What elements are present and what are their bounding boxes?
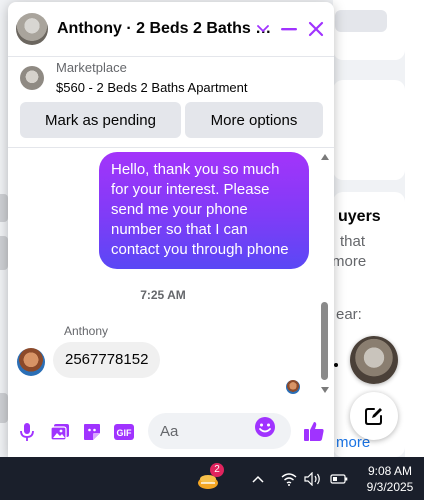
listing-title: $560 - 2 Beds 2 Baths Apartment bbox=[56, 80, 248, 95]
svg-text:GIF: GIF bbox=[117, 428, 133, 438]
chevron-down-icon[interactable] bbox=[252, 18, 274, 40]
clock-date: 9/3/2025 bbox=[366, 480, 414, 494]
chat-window: Anthony · 2 Beds 2 Baths … Marketplace $… bbox=[8, 2, 334, 457]
background-search-pill bbox=[335, 10, 387, 32]
chat-header[interactable]: Anthony · 2 Beds 2 Baths … bbox=[8, 2, 334, 57]
wifi-icon[interactable] bbox=[280, 470, 298, 488]
background-heading: uyers bbox=[338, 208, 381, 225]
separator-dot bbox=[334, 363, 338, 367]
gif-icon[interactable]: GIF bbox=[113, 421, 135, 443]
taskbar-clock[interactable]: 9:08 AM 9/3/2025 bbox=[360, 463, 420, 495]
battery-icon[interactable] bbox=[330, 470, 348, 488]
minimize-icon[interactable] bbox=[278, 18, 300, 40]
chat-head-avatar[interactable] bbox=[350, 336, 398, 384]
scroll-up-arrow-icon[interactable] bbox=[321, 154, 329, 160]
sticker-icon[interactable] bbox=[81, 421, 103, 443]
compose-icon bbox=[365, 408, 382, 425]
clock-time: 9:08 AM bbox=[367, 464, 413, 478]
message-composer: GIF Aa bbox=[8, 405, 334, 457]
notification-badge: 2 bbox=[210, 463, 224, 477]
listing-label: Marketplace bbox=[56, 60, 127, 75]
close-icon[interactable] bbox=[305, 18, 327, 40]
scroll-down-arrow-icon[interactable] bbox=[321, 387, 329, 393]
scroll-thumb[interactable] bbox=[321, 302, 328, 380]
sender-name: Anthony bbox=[64, 324, 109, 338]
listing-thumbnail bbox=[20, 66, 44, 90]
new-message-button[interactable] bbox=[350, 392, 398, 440]
chevron-up-icon[interactable] bbox=[249, 470, 267, 488]
mark-as-pending-button[interactable]: Mark as pending bbox=[20, 102, 181, 138]
chat-title[interactable]: Anthony · 2 Beds 2 Baths … bbox=[57, 20, 271, 38]
background-left-edge bbox=[0, 393, 8, 423]
volume-icon[interactable] bbox=[304, 470, 322, 488]
microphone-icon[interactable] bbox=[16, 421, 38, 443]
listing-avatar[interactable] bbox=[16, 13, 48, 45]
message-timestamp: 7:25 AM bbox=[140, 288, 186, 302]
thumbs-up-icon[interactable] bbox=[302, 418, 326, 444]
background-text: more bbox=[332, 253, 367, 270]
outgoing-message-bubble[interactable]: Hello, thank you so much for your intere… bbox=[99, 152, 309, 269]
more-options-button[interactable]: More options bbox=[185, 102, 323, 138]
background-text: that bbox=[340, 233, 366, 250]
message-scrollbar[interactable] bbox=[319, 150, 331, 400]
marketplace-listing[interactable]: Marketplace $560 - 2 Beds 2 Baths Apartm… bbox=[8, 58, 334, 98]
background-right-strip bbox=[405, 0, 424, 457]
background-left-edge bbox=[0, 194, 8, 222]
read-receipt-avatar bbox=[286, 380, 300, 394]
photo-icon[interactable] bbox=[49, 421, 71, 443]
incoming-message-bubble[interactable]: 2567778152 bbox=[53, 342, 161, 378]
background-text: ear: bbox=[336, 306, 362, 323]
background-card bbox=[333, 80, 405, 180]
background-left-edge bbox=[0, 236, 8, 270]
sender-avatar[interactable] bbox=[17, 348, 45, 376]
emoji-icon[interactable] bbox=[254, 416, 276, 443]
